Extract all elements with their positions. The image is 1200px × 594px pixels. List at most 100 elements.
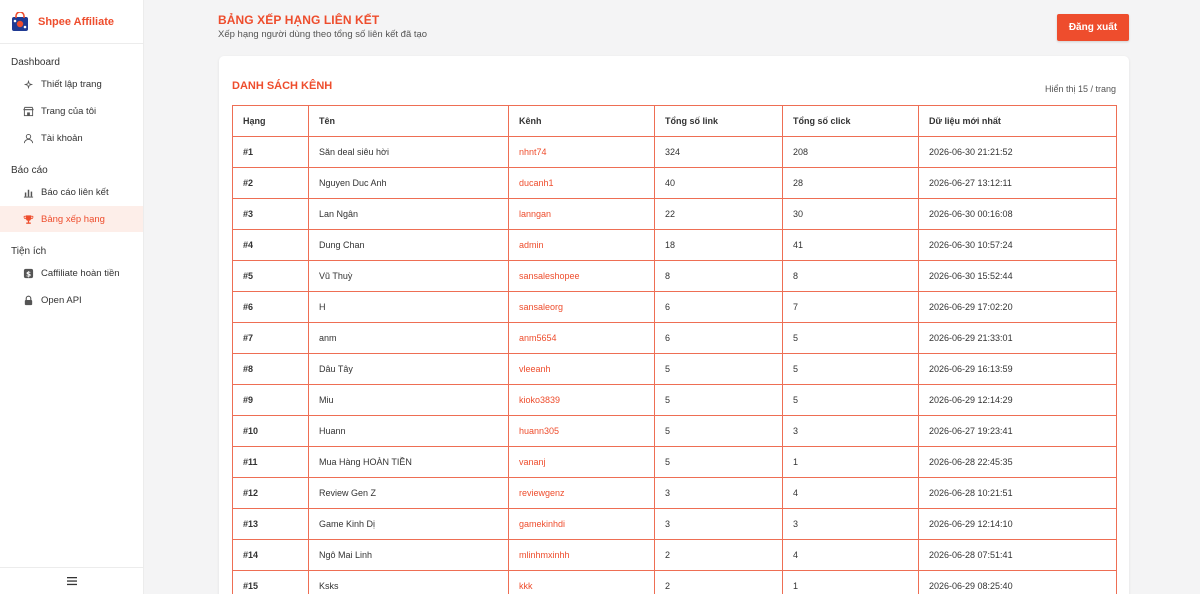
table-row: #11 Mua Hàng HOÀN TIỀN vananj 5 1 2026-06-28 … bbox=[232, 446, 1117, 478]
latest-data-cell: 2026-06-28 22:45:35 bbox=[918, 446, 1117, 478]
table-row: #4 Dung Chan admin 18 41 2026-06-30 10:57:24 bbox=[232, 229, 1117, 261]
rank-cell: #8 bbox=[232, 353, 309, 385]
sidebar-item-cashback[interactable]: $ Caffiliate hoàn tiền bbox=[0, 260, 143, 286]
card-title: DANH SÁCH KÊNH bbox=[232, 80, 333, 92]
col-rank-header: Hạng bbox=[232, 105, 309, 137]
sidebar-item-label: Caffiliate hoàn tiền bbox=[41, 267, 120, 279]
sidebar-item-label: Open API bbox=[41, 294, 82, 306]
logout-button[interactable]: Đăng xuất bbox=[1057, 14, 1129, 41]
sidebar-toggle[interactable] bbox=[0, 567, 143, 594]
brand[interactable]: Shpee Affiliate bbox=[0, 0, 143, 44]
channel-link[interactable]: ducanh1 bbox=[508, 167, 655, 199]
table-header-row: Hạng Tên Kênh Tổng số link Tổng số click Dữ l… bbox=[232, 105, 1117, 137]
sidebar-item-label: Thiết lập trang bbox=[41, 78, 102, 90]
channel-link[interactable]: vananj bbox=[508, 446, 655, 478]
col-total-links-header: Tổng số link bbox=[654, 105, 783, 137]
lock-icon bbox=[22, 294, 34, 306]
latest-data-cell: 2026-06-27 19:23:41 bbox=[918, 415, 1117, 447]
total-links-cell: 3 bbox=[654, 508, 783, 540]
total-clicks-cell: 1 bbox=[782, 570, 919, 594]
latest-data-cell: 2026-06-27 13:12:11 bbox=[918, 167, 1117, 199]
channel-link[interactable]: anm5654 bbox=[508, 322, 655, 354]
sidebar-item-link-report[interactable]: Báo cáo liên kết bbox=[0, 179, 143, 205]
total-links-cell: 2 bbox=[654, 539, 783, 571]
col-total-clicks-header: Tổng số click bbox=[782, 105, 919, 137]
latest-data-cell: 2026-06-30 10:57:24 bbox=[918, 229, 1117, 261]
name-cell: Vũ Thuỳ bbox=[308, 260, 509, 292]
total-clicks-cell: 208 bbox=[782, 136, 919, 168]
total-links-cell: 18 bbox=[654, 229, 783, 261]
channel-link[interactable]: huann305 bbox=[508, 415, 655, 447]
total-clicks-cell: 3 bbox=[782, 508, 919, 540]
sidebar-item-label: Trang của tôi bbox=[41, 105, 97, 117]
channel-link[interactable]: nhnt74 bbox=[508, 136, 655, 168]
channel-link[interactable]: kioko3839 bbox=[508, 384, 655, 416]
rank-cell: #11 bbox=[232, 446, 309, 478]
name-cell: Mua Hàng HOÀN TIỀN bbox=[308, 446, 509, 478]
sidebar-item-page-settings[interactable]: Thiết lập trang bbox=[0, 71, 143, 97]
table-row: #15 Ksks kkk 2 1 2026-06-29 08:25:40 bbox=[232, 570, 1117, 594]
rank-cell: #6 bbox=[232, 291, 309, 323]
store-icon bbox=[22, 105, 34, 117]
channel-link[interactable]: sansaleorg bbox=[508, 291, 655, 323]
table-row: #9 Miu kioko3839 5 5 2026-06-29 12:14:29 bbox=[232, 384, 1117, 416]
latest-data-cell: 2026-06-28 10:21:51 bbox=[918, 477, 1117, 509]
user-icon bbox=[22, 132, 34, 144]
name-cell: Miu bbox=[308, 384, 509, 416]
name-cell: Huann bbox=[308, 415, 509, 447]
latest-data-cell: 2026-06-30 00:16:08 bbox=[918, 198, 1117, 230]
channel-link[interactable]: vleeanh bbox=[508, 353, 655, 385]
total-links-cell: 5 bbox=[654, 415, 783, 447]
latest-data-cell: 2026-06-28 07:51:41 bbox=[918, 539, 1117, 571]
sidebar-item-account[interactable]: Tài khoản bbox=[0, 125, 143, 151]
total-clicks-cell: 5 bbox=[782, 322, 919, 354]
sidebar-item-leaderboard[interactable]: Bảng xếp hạng bbox=[0, 206, 143, 232]
name-cell: Review Gen Z bbox=[308, 477, 509, 509]
sidebar-item-my-page[interactable]: Trang của tôi bbox=[0, 98, 143, 124]
channel-link[interactable]: reviewgenz bbox=[508, 477, 655, 509]
sidebar-item-label: Tài khoản bbox=[41, 132, 83, 144]
channel-link[interactable]: admin bbox=[508, 229, 655, 261]
total-clicks-cell: 7 bbox=[782, 291, 919, 323]
channel-link[interactable]: gamekinhdi bbox=[508, 508, 655, 540]
total-clicks-cell: 4 bbox=[782, 477, 919, 509]
total-clicks-cell: 3 bbox=[782, 415, 919, 447]
sidebar-item-open-api[interactable]: Open API bbox=[0, 287, 143, 313]
rank-cell: #13 bbox=[232, 508, 309, 540]
channel-link[interactable]: lanngan bbox=[508, 198, 655, 230]
table-row: #5 Vũ Thuỳ sansaleshopee 8 8 2026-06-30 15:52… bbox=[232, 260, 1117, 292]
total-links-cell: 6 bbox=[654, 291, 783, 323]
col-latest-data-header: Dữ liệu mới nhất bbox=[918, 105, 1117, 137]
table-body: #1 Săn deal siêu hời nhnt74 324 208 2026-06-3… bbox=[232, 136, 1117, 594]
table-row: #8 Dâu Tây vleeanh 5 5 2026-06-29 16:13:59 bbox=[232, 353, 1117, 385]
total-links-cell: 3 bbox=[654, 477, 783, 509]
sidebar: Shpee Affiliate Dashboard Thiết lập tran… bbox=[0, 0, 144, 594]
sidebar-item-label: Bảng xếp hạng bbox=[41, 213, 105, 225]
svg-text:$: $ bbox=[25, 269, 30, 278]
rank-cell: #14 bbox=[232, 539, 309, 571]
channel-link[interactable]: kkk bbox=[508, 570, 655, 594]
name-cell: Dung Chan bbox=[308, 229, 509, 261]
channel-list-card: DANH SÁCH KÊNH Hiển thị 15 / trang Hạng T… bbox=[219, 56, 1129, 594]
nav-group-utilities: Tiện ích bbox=[11, 246, 47, 257]
name-cell: Săn deal siêu hời bbox=[308, 136, 509, 168]
total-links-cell: 22 bbox=[654, 198, 783, 230]
total-links-cell: 8 bbox=[654, 260, 783, 292]
nav-group-dashboard: Dashboard bbox=[11, 57, 60, 68]
col-name-header: Tên bbox=[308, 105, 509, 137]
col-channel-header: Kênh bbox=[508, 105, 655, 137]
latest-data-cell: 2026-06-29 12:14:29 bbox=[918, 384, 1117, 416]
latest-data-cell: 2026-06-29 16:13:59 bbox=[918, 353, 1117, 385]
total-links-cell: 324 bbox=[654, 136, 783, 168]
table-row: #13 Game Kinh Dị gamekinhdi 3 3 2026-06-29 12… bbox=[232, 508, 1117, 540]
name-cell: Lan Ngân bbox=[308, 198, 509, 230]
total-links-cell: 40 bbox=[654, 167, 783, 199]
table-row: #2 Nguyen Duc Anh ducanh1 40 28 2026-06-27 13… bbox=[232, 167, 1117, 199]
channel-link[interactable]: sansaleshopee bbox=[508, 260, 655, 292]
shopping-bag-logo-icon bbox=[10, 11, 30, 32]
name-cell: Game Kinh Dị bbox=[308, 508, 509, 540]
channel-link[interactable]: mlinhmxinhh bbox=[508, 539, 655, 571]
table-row: #7 anm anm5654 6 5 2026-06-29 21:33:01 bbox=[232, 322, 1117, 354]
rank-cell: #2 bbox=[232, 167, 309, 199]
total-clicks-cell: 1 bbox=[782, 446, 919, 478]
